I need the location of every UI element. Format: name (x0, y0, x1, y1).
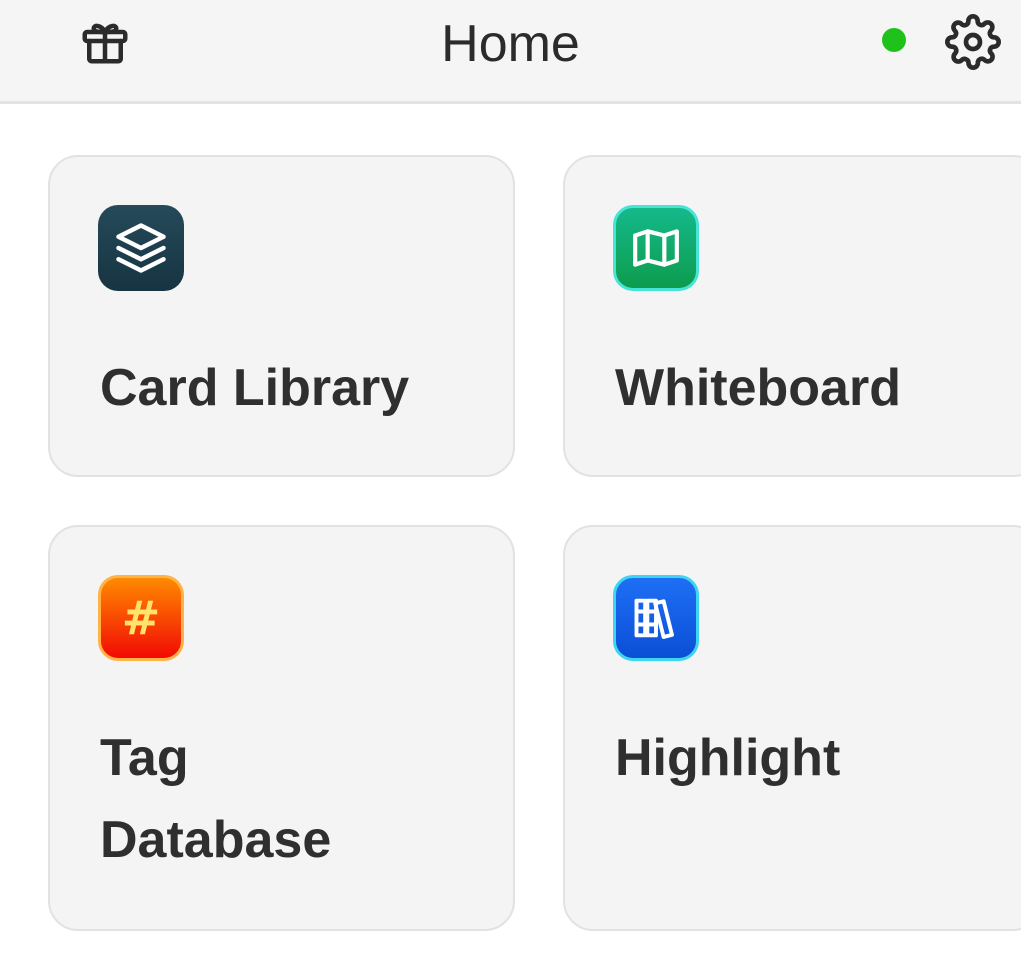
gift-button[interactable] (76, 12, 134, 70)
tag-database-label-line-2: Database (100, 811, 332, 869)
settings-button[interactable] (942, 12, 1004, 72)
highlight-tile[interactable]: Highlight (563, 525, 1021, 931)
whiteboard-label: Whiteboard (615, 359, 901, 417)
card-library-tile[interactable]: Card Library (48, 155, 515, 477)
tag-database-label-line-1: Tag (100, 729, 189, 787)
whiteboard-tile[interactable]: Whiteboard (563, 155, 1021, 477)
page-title: Home (441, 15, 580, 73)
tag-database-label: Tag Database (100, 717, 331, 881)
gift-icon (82, 23, 128, 64)
connection-status-indicator (882, 28, 906, 52)
hashtag-glyph: # (121, 591, 161, 645)
highlight-label: Highlight (615, 729, 841, 787)
gear-icon (945, 14, 1001, 70)
top-bar: Home (0, 0, 1021, 104)
tag-database-tile[interactable]: # Tag Database (48, 525, 515, 931)
books-icon (613, 575, 699, 661)
layers-icon (98, 205, 184, 291)
card-library-label: Card Library (100, 359, 410, 417)
map-icon (613, 205, 699, 291)
hashtag-icon: # (98, 575, 184, 661)
